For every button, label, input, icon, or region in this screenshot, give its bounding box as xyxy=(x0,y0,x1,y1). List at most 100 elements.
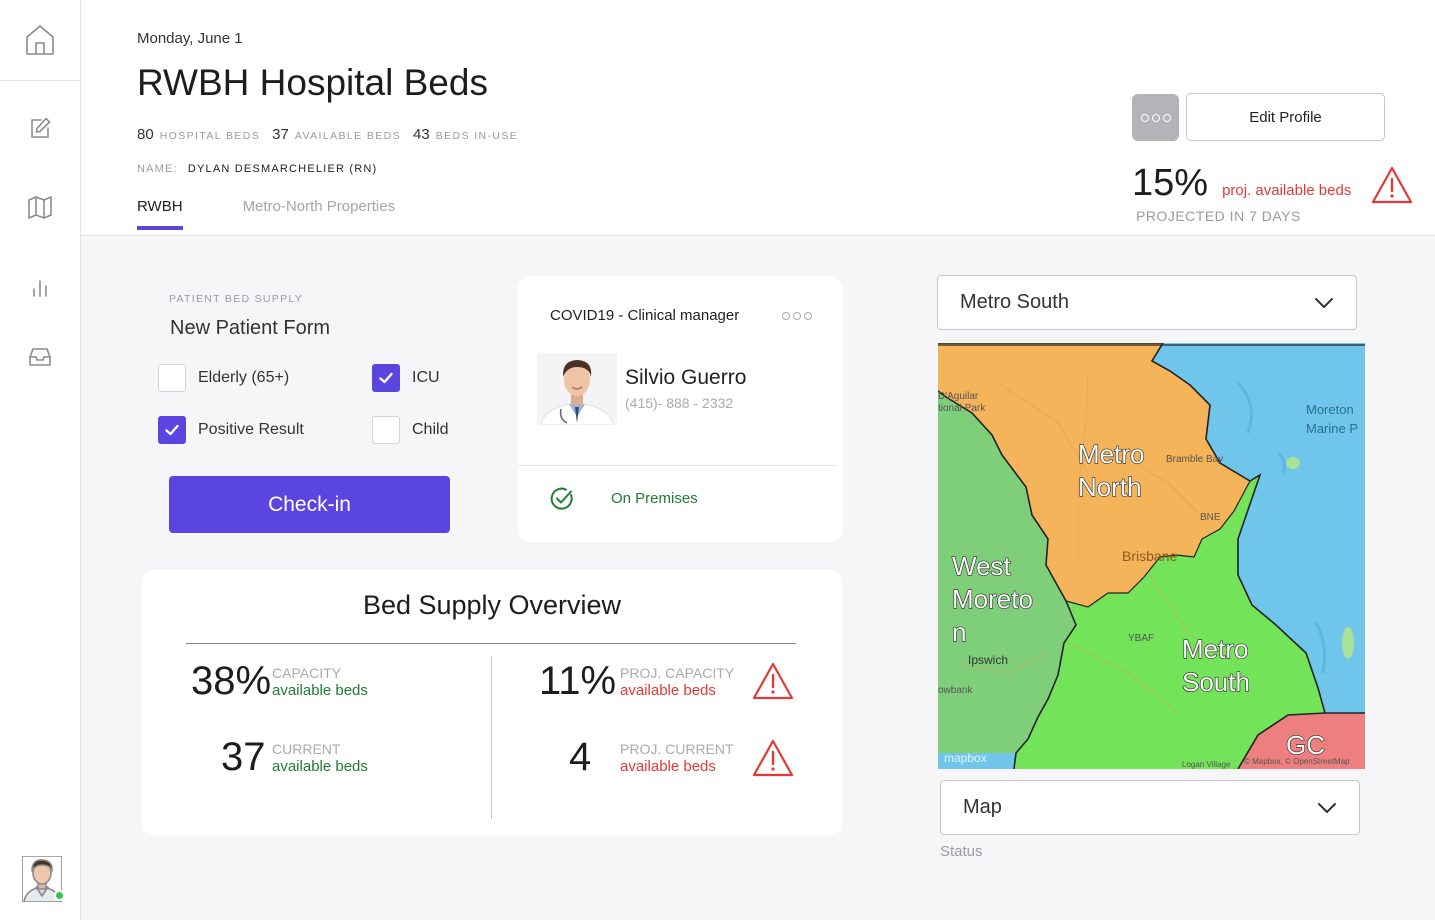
hospital-beds-label: HOSPITAL BEDS xyxy=(159,130,261,142)
current-value: 37 xyxy=(221,735,266,779)
svg-text:Bramble Bay: Bramble Bay xyxy=(1166,454,1223,465)
more-icon xyxy=(782,312,790,320)
overview-column-divider xyxy=(491,656,492,819)
name-label: NAME: xyxy=(137,163,178,175)
proj-current-subtitle: available beds xyxy=(620,758,716,775)
checkbox-positive-result[interactable]: Positive Result xyxy=(158,416,304,444)
proj-current-value: 4 xyxy=(569,735,592,779)
overview-title: Bed Supply Overview xyxy=(362,590,622,620)
svg-text:Moreto: Moreto xyxy=(952,584,1033,614)
sidebar-item-edit[interactable] xyxy=(0,108,80,148)
checkbox-box[interactable] xyxy=(158,364,186,392)
online-status-indicator xyxy=(54,890,65,901)
manager-photo xyxy=(537,353,617,425)
chevron-down-icon xyxy=(1315,297,1333,308)
svg-text:GC: GC xyxy=(1286,730,1325,760)
proj-current-title: PROJ. CURRENT xyxy=(620,741,734,757)
checkmark-icon xyxy=(165,424,179,436)
divider xyxy=(518,465,837,466)
tab-metro-north-properties[interactable]: Metro-North Properties xyxy=(243,198,396,230)
premises-status: On Premises xyxy=(611,490,698,507)
svg-text:North: North xyxy=(1078,472,1142,502)
svg-text:Metro: Metro xyxy=(1182,634,1248,664)
proj-capacity-title: PROJ. CAPACITY xyxy=(620,665,735,681)
checkbox-icu[interactable]: ICU xyxy=(372,364,440,392)
svg-text:YBAF: YBAF xyxy=(1128,633,1154,644)
region-select[interactable]: Metro South xyxy=(937,275,1357,330)
page-header: Monday, June 1 RWBH Hospital Beds 80 HOS… xyxy=(81,0,1435,236)
tab-bar: RWBH Metro-North Properties xyxy=(137,198,455,230)
checkbox-elderly[interactable]: Elderly (65+) xyxy=(158,364,289,392)
staff-name: NAME: DYLAN DESMARCHELIER (RN) xyxy=(137,163,377,175)
projection-value: 15% xyxy=(1132,162,1209,204)
edit-profile-button[interactable]: Edit Profile xyxy=(1186,93,1385,141)
svg-text:tional Park: tional Park xyxy=(938,403,986,414)
sidebar-item-analytics[interactable] xyxy=(0,268,80,308)
more-options-button[interactable] xyxy=(1132,94,1179,141)
current-subtitle: available beds xyxy=(272,758,368,775)
available-beds-count: 37 xyxy=(272,126,289,143)
svg-text:South: South xyxy=(1182,667,1250,697)
name-value: DYLAN DESMARCHELIER (RN) xyxy=(187,163,378,175)
more-icon xyxy=(1140,113,1149,122)
checkmark-icon xyxy=(379,372,393,384)
form-title: New Patient Form xyxy=(170,317,331,339)
inbox-icon xyxy=(29,348,51,366)
svg-text:Logan Village: Logan Village xyxy=(1182,760,1231,769)
capacity-value: 38% xyxy=(191,659,272,703)
capacity-label: CAPACITY available beds xyxy=(272,665,368,699)
checkbox-child[interactable]: Child xyxy=(372,416,448,444)
chart-icon xyxy=(33,280,47,297)
manager-phone: (415)- 888 - 2332 xyxy=(625,395,734,411)
svg-text:n: n xyxy=(952,617,966,647)
current-label: CURRENT available beds xyxy=(272,741,368,775)
checkbox-box[interactable] xyxy=(372,364,400,392)
warning-icon xyxy=(1371,166,1413,204)
svg-text:mapbox: mapbox xyxy=(944,751,987,765)
proj-capacity-label: PROJ. CAPACITY available beds xyxy=(620,665,734,699)
tab-rwbh[interactable]: RWBH xyxy=(137,198,183,230)
sidebar-item-home[interactable] xyxy=(0,0,80,81)
projection-summary: 15% proj. available beds xyxy=(1132,162,1351,205)
bed-stats: 80 HOSPITAL BEDS 37 AVAILABLE BEDS 43 BE… xyxy=(137,126,530,143)
svg-text:owbank: owbank xyxy=(938,685,973,696)
region-select-value: Metro South xyxy=(960,291,1069,313)
manager-name: Silvio Guerro xyxy=(625,366,747,389)
warning-icon xyxy=(752,662,794,700)
svg-text:Metro: Metro xyxy=(1078,439,1144,469)
beds-in-use-count: 43 xyxy=(413,126,430,143)
current-title: CURRENT xyxy=(272,741,341,757)
page-title: RWBH Hospital Beds xyxy=(137,62,488,103)
edit-icon xyxy=(31,117,51,138)
checkbox-label: ICU xyxy=(412,369,440,386)
view-select-helper: Status xyxy=(940,843,983,860)
sidebar-item-map[interactable] xyxy=(0,187,80,227)
manager-more-button[interactable] xyxy=(782,312,812,320)
capacity-subtitle: available beds xyxy=(272,682,368,699)
checkbox-label: Child xyxy=(412,421,449,438)
region-map[interactable]: Moreton Marine P Bramble Bay BNE Brisban… xyxy=(938,343,1365,769)
map-icon xyxy=(28,196,52,219)
home-icon xyxy=(26,25,54,55)
projection-label: proj. available beds xyxy=(1222,182,1352,199)
svg-text:Moreton: Moreton xyxy=(1306,402,1354,417)
view-select[interactable]: Map xyxy=(940,780,1360,835)
check-circle-icon xyxy=(550,487,573,510)
svg-text:BNE: BNE xyxy=(1200,512,1221,523)
current-date: Monday, June 1 xyxy=(137,30,243,47)
checkbox-box[interactable] xyxy=(158,416,186,444)
checkbox-box[interactable] xyxy=(372,416,400,444)
manager-role: COVID19 - Clinical manager xyxy=(550,307,740,324)
svg-text:Brisbane: Brisbane xyxy=(1122,548,1177,564)
warning-icon xyxy=(752,739,794,777)
projection-subtitle: PROJECTED IN 7 DAYS xyxy=(1136,208,1301,224)
sidebar xyxy=(0,0,81,920)
chevron-down-icon xyxy=(1318,802,1336,813)
sidebar-item-inbox[interactable] xyxy=(0,337,80,377)
proj-current-label: PROJ. CURRENT available beds xyxy=(620,741,734,775)
check-in-button[interactable]: Check-in xyxy=(169,476,450,533)
svg-text:Ipswich: Ipswich xyxy=(968,653,1008,667)
view-select-value: Map xyxy=(963,796,1002,818)
checkbox-label: Elderly (65+) xyxy=(198,369,290,386)
capacity-title: CAPACITY xyxy=(272,665,341,681)
